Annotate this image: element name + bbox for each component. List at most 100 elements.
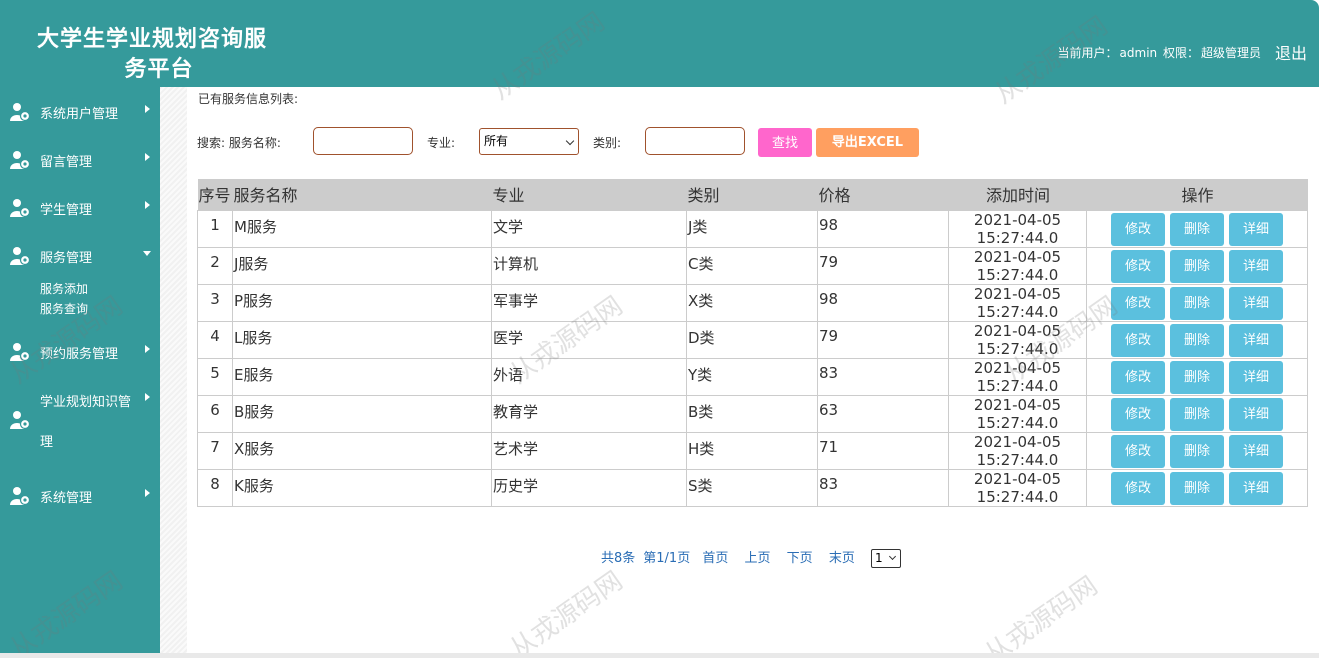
cell-price: 98	[817, 209, 949, 248]
detail-button[interactable]: 详细	[1229, 397, 1283, 431]
cell-added-time: 2021-04-05 15:27:44.0	[948, 394, 1087, 433]
delete-button[interactable]: 删除	[1170, 249, 1224, 283]
delete-button[interactable]: 删除	[1170, 434, 1224, 468]
edit-button[interactable]: 修改	[1111, 249, 1165, 283]
added-date: 2021-04-05	[973, 432, 1062, 451]
sidebar-item[interactable]: 学生管理	[0, 183, 160, 231]
added-date: 2021-04-05	[973, 284, 1062, 303]
sidebar-item[interactable]: 系统用户管理	[0, 87, 160, 135]
pager-prev[interactable]: 上页	[745, 551, 771, 566]
cell-actions: 修改 删除 详细	[1086, 468, 1308, 507]
delete-button[interactable]: 删除	[1170, 323, 1224, 357]
detail-button[interactable]: 详细	[1229, 323, 1283, 357]
col-header-no: 序号	[197, 179, 233, 210]
main-content: 已有服务信息列表: 搜索: 服务名称: 专业: 所有 类别: 查找 导出EXCE…	[187, 87, 1312, 655]
major-select-value: 所有	[484, 134, 509, 148]
find-button[interactable]: 查找	[758, 128, 812, 157]
pagination: 共8条 第1/1页 首页 上页 下页 末页 1	[601, 547, 901, 568]
edit-button[interactable]: 修改	[1111, 212, 1165, 246]
cell-added-time: 2021-04-05 15:27:44.0	[948, 357, 1087, 396]
col-header-added-time: 添加时间	[948, 179, 1087, 210]
delete-button[interactable]: 删除	[1170, 212, 1224, 246]
sidebar-item-label: 留言管理	[40, 155, 93, 170]
major-label: 专业:	[427, 136, 456, 150]
edit-button[interactable]: 修改	[1111, 360, 1165, 394]
cell-major: 外语	[491, 357, 687, 396]
sidebar-item-label: 系统用户管理	[40, 107, 119, 122]
cell-service-name: J服务	[232, 246, 492, 285]
cell-no: 3	[197, 283, 233, 322]
cell-major: 计算机	[491, 246, 687, 285]
delete-button[interactable]: 删除	[1170, 471, 1224, 505]
cell-category: Y类	[686, 357, 818, 396]
table-row: 8 K服务 历史学 S类 83 2021-04-05 15:27:44.0 修改 删除 详细	[197, 468, 1308, 507]
cell-price: 79	[817, 320, 949, 359]
sidebar-subitem[interactable]: 服务添加	[40, 279, 160, 299]
caret-right-icon	[145, 201, 150, 209]
edit-button[interactable]: 修改	[1111, 397, 1165, 431]
pager-total: 共8条	[601, 551, 636, 566]
cell-category: S类	[686, 468, 818, 507]
service-name-input[interactable]	[313, 127, 413, 155]
edit-button[interactable]: 修改	[1111, 471, 1165, 505]
major-select[interactable]: 所有	[479, 128, 579, 155]
detail-button[interactable]: 详细	[1229, 360, 1283, 394]
category-input[interactable]	[645, 127, 745, 155]
cell-category: D类	[686, 320, 818, 359]
cell-category: B类	[686, 394, 818, 433]
cell-no: 2	[197, 246, 233, 285]
service-table: 序号 服务名称 专业 类别 价格 添加时间 操作 1 M服务 文学 J类 98 2021-…	[197, 179, 1308, 507]
edit-button[interactable]: 修改	[1111, 323, 1165, 357]
caret-right-icon	[145, 393, 150, 401]
added-clock: 15:27:44.0	[976, 302, 1059, 321]
export-excel-button[interactable]: 导出EXCEL	[816, 128, 919, 157]
cell-major: 军事学	[491, 283, 687, 322]
cell-price: 83	[817, 357, 949, 396]
cell-service-name: K服务	[232, 468, 492, 507]
delete-button[interactable]: 删除	[1170, 360, 1224, 394]
edit-button[interactable]: 修改	[1111, 286, 1165, 320]
table-row: 2 J服务 计算机 C类 79 2021-04-05 15:27:44.0 修改 删除 详细	[197, 246, 1308, 285]
sidebar-subitem[interactable]: 服务查询	[40, 299, 160, 319]
delete-button[interactable]: 删除	[1170, 286, 1224, 320]
added-clock: 15:27:44.0	[976, 450, 1059, 469]
detail-button[interactable]: 详细	[1229, 471, 1283, 505]
detail-button[interactable]: 详细	[1229, 434, 1283, 468]
cell-category: J类	[686, 209, 818, 248]
added-date: 2021-04-05	[973, 358, 1062, 377]
page-select[interactable]: 1	[870, 549, 901, 568]
sidebar-item[interactable]: 留言管理	[0, 135, 160, 183]
pager-next[interactable]: 下页	[787, 551, 813, 566]
col-header-actions: 操作	[1086, 179, 1308, 210]
sidebar-item-label: 预约服务管理	[40, 347, 119, 362]
sidebar-item[interactable]: 学业规划知识管理	[0, 375, 160, 471]
cell-service-name: M服务	[232, 209, 492, 248]
logout-link[interactable]: 退出	[1275, 40, 1307, 64]
sidebar-item[interactable]: 预约服务管理	[0, 327, 160, 375]
pager-first[interactable]: 首页	[702, 551, 728, 566]
cell-no: 4	[197, 320, 233, 359]
detail-button[interactable]: 详细	[1229, 212, 1283, 246]
cell-category: C类	[686, 246, 818, 285]
added-clock: 15:27:44.0	[976, 339, 1059, 358]
detail-button[interactable]: 详细	[1229, 249, 1283, 283]
detail-button[interactable]: 详细	[1229, 286, 1283, 320]
delete-button[interactable]: 删除	[1170, 397, 1224, 431]
sidebar-item[interactable]: 系统管理	[0, 471, 160, 519]
current-user-label: 当前用户：	[1057, 46, 1118, 60]
added-clock: 15:27:44.0	[976, 413, 1059, 432]
cell-actions: 修改 删除 详细	[1086, 394, 1308, 433]
sidebar-item[interactable]: 服务管理	[0, 231, 160, 279]
pager-last[interactable]: 末页	[829, 551, 855, 566]
cell-service-name: P服务	[232, 283, 492, 322]
added-clock: 15:27:44.0	[976, 376, 1059, 395]
cell-major: 历史学	[491, 468, 687, 507]
edit-button[interactable]: 修改	[1111, 434, 1165, 468]
table-row: 7 X服务 艺术学 H类 71 2021-04-05 15:27:44.0 修改 删除 详细	[197, 431, 1308, 470]
cell-added-time: 2021-04-05 15:27:44.0	[948, 468, 1087, 507]
sidebar-item-label: 服务管理	[40, 251, 93, 266]
col-header-price: 价格	[817, 179, 949, 210]
cell-no: 5	[197, 357, 233, 396]
table-header-row: 序号 服务名称 专业 类别 价格 添加时间 操作	[197, 179, 1308, 210]
user-gear-icon	[9, 149, 31, 171]
